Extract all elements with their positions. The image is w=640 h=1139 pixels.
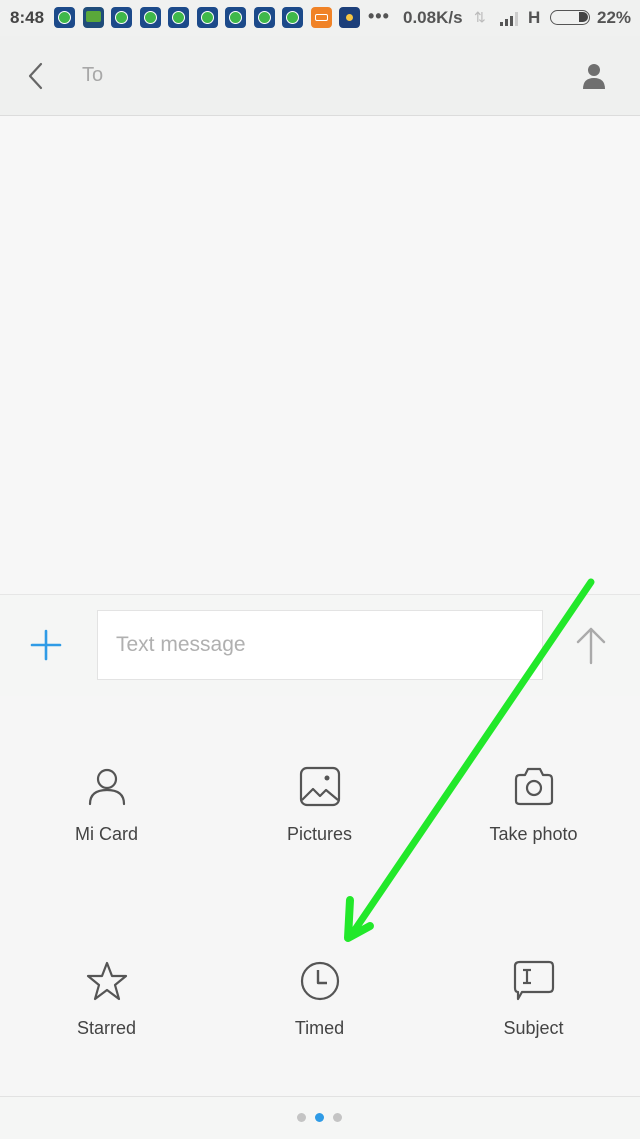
person-outline-icon (88, 768, 126, 806)
whatsapp-icon (225, 7, 246, 28)
whatsapp-icon (254, 7, 275, 28)
composer-bar (0, 594, 640, 697)
whatsapp-icon (111, 7, 132, 28)
subject-icon (513, 960, 555, 1001)
attachment-label: Pictures (286, 824, 353, 844)
attachment-pictures[interactable]: Pictures (213, 766, 426, 916)
image-icon (299, 766, 341, 807)
message-thread-area (0, 116, 640, 594)
network-type: H (528, 8, 541, 27)
camera-icon (514, 767, 554, 806)
page-dot[interactable] (297, 1113, 306, 1122)
arrow-up-icon[interactable] (574, 625, 608, 665)
attachment-label: Starred (76, 1018, 137, 1038)
star-icon (86, 961, 128, 1001)
whatsapp-icon (54, 7, 75, 28)
message-icon (83, 7, 104, 28)
attachment-label: Mi Card (74, 824, 138, 844)
page-dot-active[interactable] (315, 1113, 324, 1122)
status-bar: 8:48 ••• 0.08K/s ⇅ H 22% (0, 0, 640, 36)
attachment-label: Take photo (489, 824, 578, 844)
attachment-panel: Mi Card Pictures Take photo Starred Time… (0, 696, 640, 1096)
attachment-starred[interactable]: Starred (0, 960, 213, 1110)
message-input[interactable] (97, 610, 543, 680)
data-transfer-icon: ⇅ (474, 9, 486, 25)
attachment-take-photo[interactable]: Take photo (427, 766, 640, 916)
status-time: 8:48 (10, 8, 45, 27)
page-dot[interactable] (333, 1113, 342, 1122)
battery-icon (550, 10, 590, 25)
attachment-timed[interactable]: Timed (213, 960, 426, 1110)
attachment-mi-card[interactable]: Mi Card (0, 766, 213, 916)
miui-icon (311, 7, 332, 28)
attachment-subject[interactable]: Subject (427, 960, 640, 1110)
network-speed: 0.08K/s (403, 8, 463, 27)
plus-icon[interactable] (30, 629, 62, 661)
page-indicator (0, 1096, 640, 1139)
clock-icon (300, 961, 340, 1001)
whatsapp-icon (197, 7, 218, 28)
whatsapp-icon (282, 7, 303, 28)
signal-icon (500, 11, 522, 26)
compose-header: To (0, 36, 640, 116)
person-icon[interactable] (580, 62, 608, 90)
weather-icon (339, 7, 360, 28)
attachment-label: Timed (294, 1018, 345, 1038)
whatsapp-icon (168, 7, 189, 28)
attachment-label: Subject (503, 1018, 564, 1038)
whatsapp-icon (140, 7, 161, 28)
recipient-field[interactable]: To (82, 64, 103, 87)
more-notifications-icon: ••• (368, 6, 390, 26)
chevron-left-icon[interactable] (24, 62, 48, 90)
battery-percent: 22% (597, 8, 632, 27)
